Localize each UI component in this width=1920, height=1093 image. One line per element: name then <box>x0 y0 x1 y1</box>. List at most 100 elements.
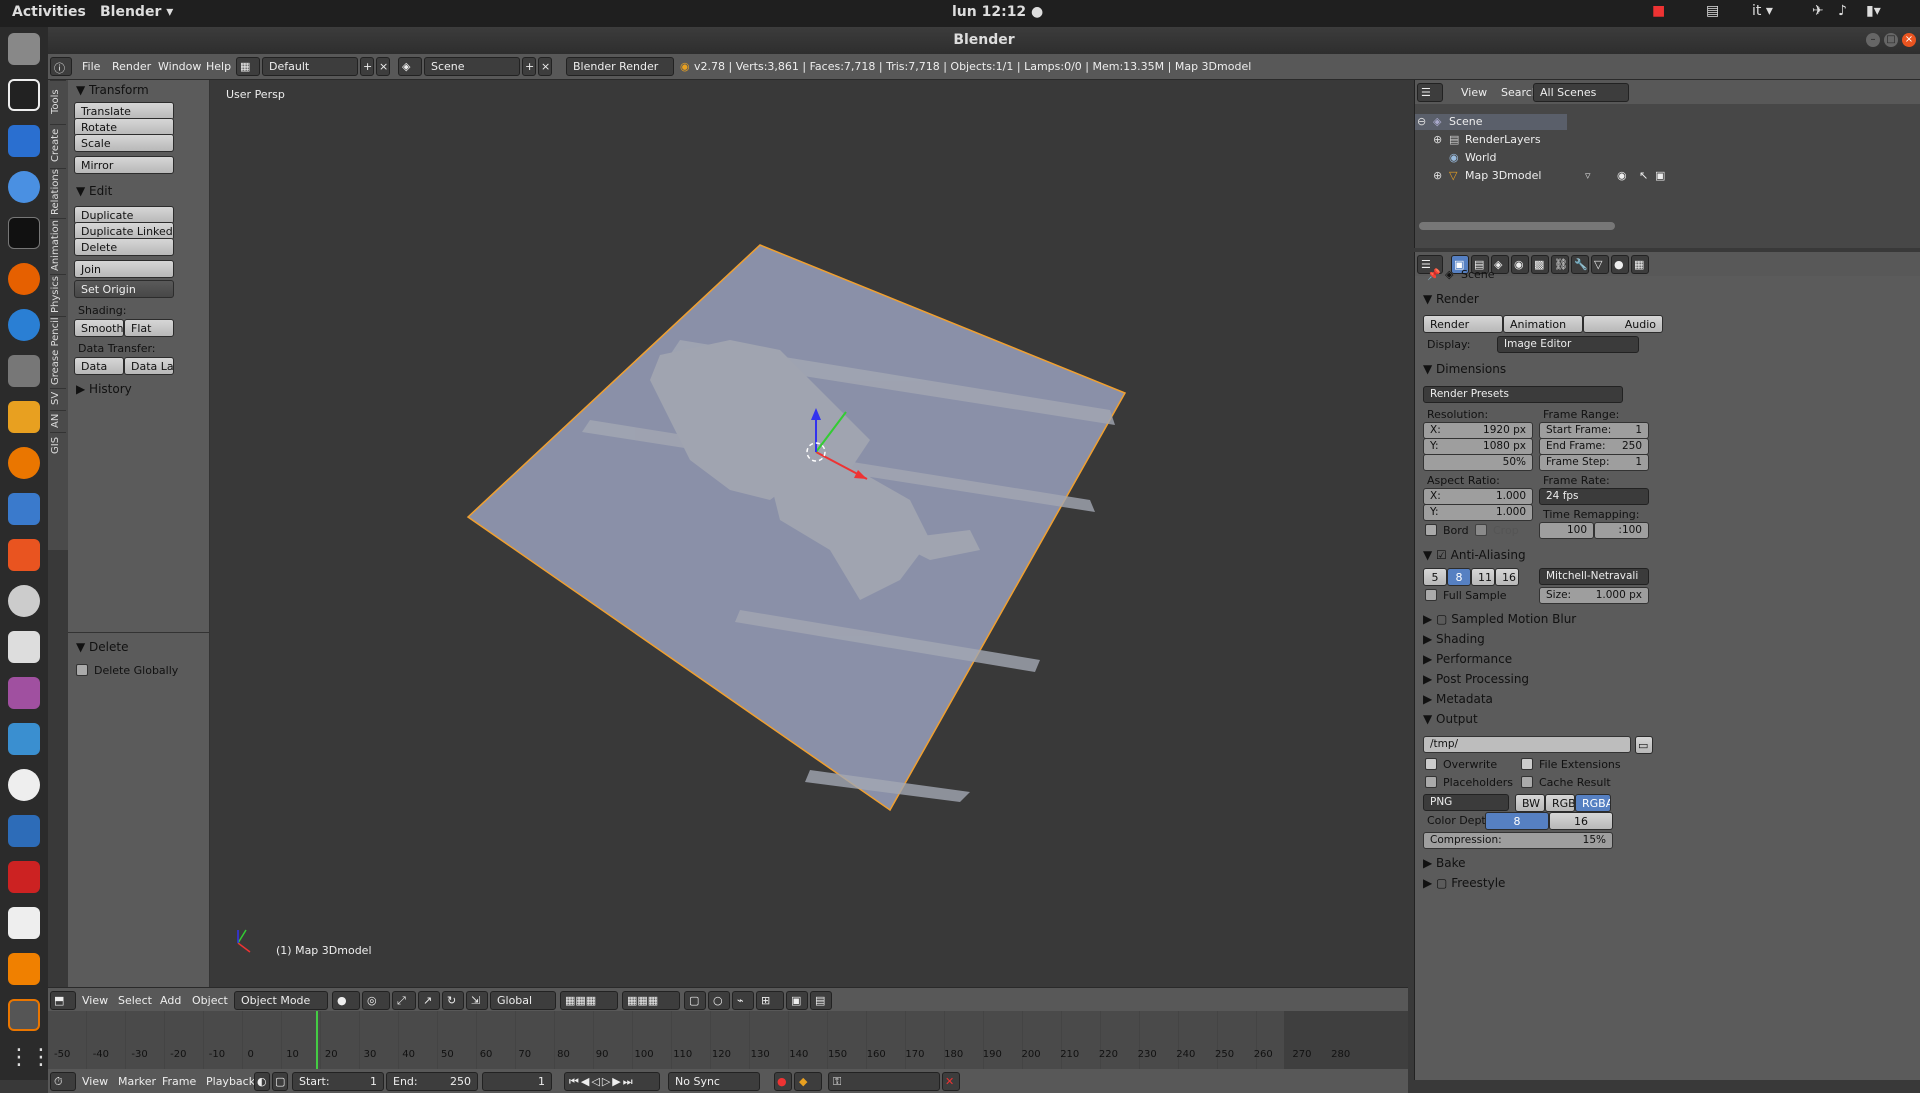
minimize-icon[interactable]: – <box>1866 33 1880 47</box>
outliner-scrollbar[interactable] <box>1419 222 1615 230</box>
menu-frame[interactable]: Frame <box>162 1075 196 1088</box>
crop-checkbox[interactable] <box>1475 524 1487 536</box>
menu-select[interactable]: Select <box>118 994 152 1007</box>
orientation-select[interactable]: Global <box>490 991 556 1010</box>
material-tab-icon[interactable]: ● <box>1611 255 1629 274</box>
rotate-manip-icon[interactable]: ↻ <box>442 991 464 1010</box>
manipulator-icon[interactable]: ⤢ <box>392 991 416 1010</box>
lock-icon[interactable]: ▢ <box>684 991 706 1010</box>
expand-icon[interactable]: ⊕ <box>1433 133 1442 146</box>
volume-icon[interactable]: ♪ <box>1838 3 1847 19</box>
freestyle-panel-header[interactable]: ▶ ▢ Freestyle <box>1423 876 1505 890</box>
3d-viewport[interactable]: User Persp (1) Map 3Dmodel <box>210 80 1408 987</box>
aa-samples-8[interactable]: 8 <box>1447 568 1471 586</box>
compression-field[interactable]: Compression: 15% <box>1423 832 1613 849</box>
app-menu[interactable]: Blender ▾ <box>100 4 173 20</box>
add-layout-icon[interactable]: + <box>360 57 374 76</box>
layers-grid-2-icon[interactable]: ▦▦▦ <box>622 991 680 1010</box>
file-format-select[interactable]: PNG <box>1423 794 1509 811</box>
maximize-icon[interactable]: □ <box>1884 33 1898 47</box>
record-keyframe-icon[interactable]: ● <box>774 1072 792 1091</box>
show-apps-icon[interactable]: ⋮⋮ <box>8 1045 52 1077</box>
mode-select[interactable]: Object Mode <box>234 991 328 1010</box>
tab-physics[interactable]: Physics <box>50 274 66 314</box>
mirror-button[interactable]: Mirror <box>74 156 174 174</box>
shading-icon[interactable]: ● <box>332 991 360 1010</box>
remap-new-field[interactable]: :100 <box>1594 522 1649 539</box>
snap-icon[interactable]: ⌁ <box>732 991 754 1010</box>
menu-view[interactable]: View <box>82 1075 108 1088</box>
file-extensions-checkbox[interactable] <box>1521 758 1533 770</box>
display-mode-select[interactable]: All Scenes <box>1533 83 1629 102</box>
animation-button[interactable]: Animation <box>1503 315 1583 333</box>
current-frame-cursor[interactable] <box>316 1011 318 1069</box>
keying-set-icon[interactable]: ◆ <box>794 1072 822 1091</box>
bake-panel-header[interactable]: ▶ Bake <box>1423 856 1466 870</box>
audio-button[interactable]: Audio <box>1583 315 1663 333</box>
clock[interactable]: lun 12:12 ● <box>952 4 1043 20</box>
menu-help[interactable]: Help <box>206 60 231 73</box>
editor-type-icon[interactable]: ☰ <box>1417 83 1443 102</box>
rgb-button[interactable]: RGB <box>1545 794 1575 812</box>
scale-manip-icon[interactable]: ⇲ <box>466 991 488 1010</box>
editor-type-icon[interactable]: ⓘ <box>50 57 72 76</box>
battery-icon[interactable]: ▮▾ <box>1866 3 1881 19</box>
preview-range-icon[interactable]: ◐ <box>254 1072 270 1091</box>
menu-add[interactable]: Add <box>160 994 181 1007</box>
tool-icon[interactable] <box>8 493 40 525</box>
pin-icon[interactable]: 📌 <box>1427 268 1441 281</box>
delete-globally-checkbox[interactable] <box>76 664 88 676</box>
transform-panel-header[interactable]: ▼ Transform <box>76 83 149 97</box>
remove-key-icon[interactable]: ✕ <box>942 1072 960 1091</box>
remove-scene-icon[interactable]: × <box>538 57 552 76</box>
add-scene-icon[interactable]: + <box>522 57 536 76</box>
pivot-icon[interactable]: ◎ <box>362 991 390 1010</box>
renderability-camera-icon[interactable]: ▣ <box>1655 169 1665 182</box>
output-panel-header[interactable]: ▼ Output <box>1423 712 1478 726</box>
keying-set-field[interactable]: ⚿ <box>828 1072 940 1091</box>
record-icon[interactable]: ■ <box>1652 3 1665 19</box>
expand-icon[interactable]: ⊕ <box>1433 169 1442 182</box>
clipboard-icon[interactable]: ▤ <box>1706 3 1719 19</box>
sync-select[interactable]: No Sync <box>668 1072 760 1091</box>
snap-target-icon[interactable]: ⊞ <box>756 991 784 1010</box>
playback-controls[interactable]: ⏮◀◁▷▶⏭ <box>564 1072 660 1091</box>
render-engine-select[interactable]: Blender Render <box>566 57 674 76</box>
visibility-eye-icon[interactable]: ◉ <box>1617 169 1627 182</box>
tab-animation[interactable]: Animation <box>50 218 66 272</box>
menu-view[interactable]: View <box>1461 86 1487 99</box>
edit-panel-header[interactable]: ▼ Edit <box>76 184 112 198</box>
depth-8-button[interactable]: 8 <box>1485 812 1549 830</box>
transfer-icon[interactable] <box>8 723 40 755</box>
gimp-icon[interactable] <box>8 355 40 387</box>
tab-grease-pencil[interactable]: Grease Pencil <box>50 316 66 386</box>
aa-samples-5[interactable]: 5 <box>1423 568 1447 586</box>
inkscape-icon[interactable] <box>8 79 40 111</box>
tab-create[interactable]: Create <box>50 124 66 166</box>
rgba-button[interactable]: RGBA <box>1575 794 1611 812</box>
selectability-arrow-icon[interactable]: ↖ <box>1639 169 1648 182</box>
tab-relations[interactable]: Relations <box>50 168 66 216</box>
resolution-percentage-field[interactable]: 50% <box>1423 454 1533 471</box>
close-icon[interactable]: × <box>1902 33 1916 47</box>
aa-samples-16[interactable]: 16 <box>1495 568 1519 586</box>
join-button[interactable]: Join <box>74 260 174 278</box>
renderlayers-row[interactable]: ⊕ ▤ RenderLayers <box>1433 132 1563 148</box>
render-button[interactable]: Render <box>1423 315 1503 333</box>
tab-sv[interactable]: SV <box>50 388 66 408</box>
firefox-icon[interactable] <box>8 263 40 295</box>
placeholders-checkbox[interactable] <box>1425 776 1437 788</box>
operator-panel-header[interactable]: ▼ Delete <box>76 640 128 654</box>
text-editor-icon[interactable] <box>8 907 40 939</box>
filter-size-field[interactable]: Size: 1.000 px <box>1539 587 1649 604</box>
texture-tab-icon[interactable]: ▦ <box>1631 255 1649 274</box>
motion-blur-panel-header[interactable]: ▶ ▢ Sampled Motion Blur <box>1423 612 1576 626</box>
tab-an[interactable]: AN <box>50 410 66 430</box>
world-tab-icon[interactable]: ◉ <box>1511 255 1529 274</box>
resolution-x-field[interactable]: X: 1920 px <box>1423 422 1533 439</box>
start-frame-field[interactable]: Start Frame: 1 <box>1539 422 1649 439</box>
frame-step-field[interactable]: Frame Step: 1 <box>1539 454 1649 471</box>
tab-gis[interactable]: GIS <box>50 432 66 458</box>
media-icon[interactable] <box>8 677 40 709</box>
remap-old-field[interactable]: 100 <box>1539 522 1594 539</box>
